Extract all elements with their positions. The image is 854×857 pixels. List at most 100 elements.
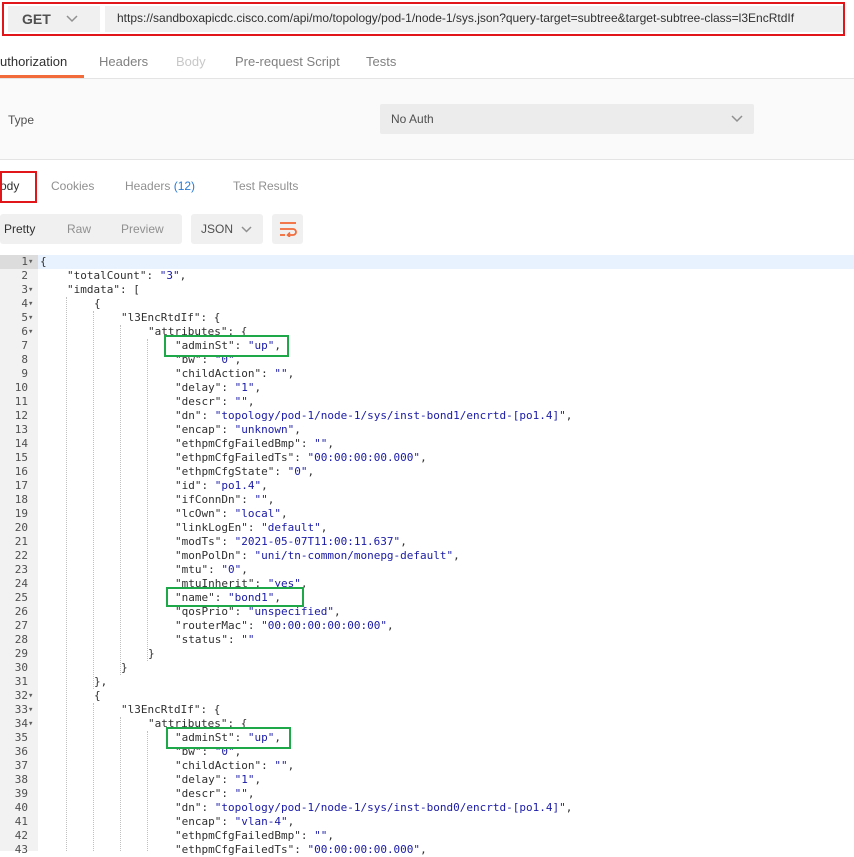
code-text: "dn": "topology/pod-1/node-1/sys/inst-bo… bbox=[175, 409, 573, 422]
json-value: "1" bbox=[234, 381, 255, 394]
tab-test-results[interactable]: Test Results bbox=[233, 179, 298, 193]
line-number: 22 bbox=[14, 549, 28, 562]
line-number: 9 bbox=[21, 367, 28, 380]
fold-toggle-icon[interactable]: ▾ bbox=[28, 717, 36, 731]
indent-guide bbox=[120, 325, 121, 675]
code-line: 24 "mtuInherit": "yes", bbox=[0, 577, 854, 591]
json-key: "delay" bbox=[175, 773, 222, 786]
json-value: "" bbox=[274, 367, 288, 380]
code-text: "l3EncRtdIf": { bbox=[121, 311, 221, 324]
code-text: "ethpmCfgFailedTs": "00:00:00:00.000", bbox=[175, 843, 427, 856]
json-key: "imdata" bbox=[67, 283, 120, 296]
json-key: "linkLogEn" bbox=[175, 521, 248, 534]
code-line: 22 "monPolDn": "uni/tn-common/monepg-defa… bbox=[0, 549, 854, 563]
line-number: 5 bbox=[21, 311, 28, 324]
indent-guide bbox=[147, 731, 148, 851]
code-line: 39 "descr": "", bbox=[0, 787, 854, 801]
code-line: 21 "modTs": "2021-05-07T11:00:11.637", bbox=[0, 535, 854, 549]
json-key: "dn" bbox=[175, 409, 202, 422]
json-value: "2021-05-07T11:00:11.637" bbox=[234, 535, 401, 548]
fold-toggle-icon[interactable]: ▾ bbox=[28, 325, 36, 339]
chevron-down-icon bbox=[241, 226, 252, 233]
code-text: "childAction": "", bbox=[175, 759, 295, 772]
code-text: "ethpmCfgState": "0", bbox=[175, 465, 315, 478]
code-text: "delay": "1", bbox=[175, 381, 262, 394]
line-number: 38 bbox=[14, 773, 28, 786]
json-value: "0" bbox=[221, 563, 242, 576]
json-key: "dn" bbox=[175, 801, 202, 814]
request-bar: GET https://sandboxapicdc.cisco.com/api/… bbox=[0, 0, 854, 44]
json-value: "1" bbox=[234, 773, 255, 786]
json-value: "3" bbox=[159, 269, 180, 282]
response-body-editor[interactable]: 1 ▾{2 "totalCount": "3", 3 ▾ "imdata": [4 ▾{5 ▾… bbox=[0, 255, 854, 856]
code-line: 20 "linkLogEn": "default", bbox=[0, 521, 854, 535]
code-line: 12 "dn": "topology/pod-1/node-1/sys/inst-… bbox=[0, 409, 854, 423]
line-number: 7 bbox=[21, 339, 28, 352]
fold-toggle-icon[interactable]: ▾ bbox=[28, 255, 36, 269]
json-key: "monPolDn" bbox=[175, 549, 242, 562]
wrap-lines-button[interactable] bbox=[272, 214, 303, 244]
tab-authorization[interactable]: uthorization bbox=[0, 54, 67, 69]
url-callout-box bbox=[2, 2, 845, 36]
fold-toggle-icon[interactable]: ▾ bbox=[28, 689, 36, 703]
tab-body[interactable]: Body bbox=[176, 54, 206, 69]
json-key: "mtu" bbox=[175, 563, 209, 576]
json-key: "ethpmCfgState" bbox=[175, 465, 275, 478]
code-text: "status": "" bbox=[175, 633, 255, 646]
line-number: 14 bbox=[14, 437, 28, 450]
line-number: 3 bbox=[21, 283, 28, 296]
view-raw[interactable]: Raw bbox=[67, 222, 91, 236]
line-number: 13 bbox=[14, 423, 28, 436]
json-key: "ethpmCfgFailedBmp" bbox=[175, 829, 301, 842]
line-number: 1 bbox=[21, 255, 28, 268]
headers-count-badge: (12) bbox=[173, 179, 196, 193]
code-line: 35 "adminSt": "up", bbox=[0, 731, 854, 745]
json-value: "local" bbox=[234, 507, 281, 520]
view-pretty[interactable]: Pretty bbox=[4, 222, 36, 236]
format-value: JSON bbox=[201, 222, 234, 236]
code-text: "ethpmCfgFailedBmp": "", bbox=[175, 437, 334, 450]
code-line: 10 "delay": "1", bbox=[0, 381, 854, 395]
tab-cookies[interactable]: Cookies bbox=[51, 179, 94, 193]
code-text: { bbox=[94, 297, 101, 310]
indent-guide bbox=[147, 339, 148, 661]
line-number: 41 bbox=[14, 815, 28, 828]
code-text: "linkLogEn": "default", bbox=[175, 521, 328, 534]
tab-response-headers[interactable]: Headers (12) bbox=[125, 179, 195, 193]
wrap-lines-icon bbox=[280, 222, 297, 237]
code-text: "imdata": [ bbox=[67, 283, 140, 296]
auth-type-select[interactable]: No Auth bbox=[380, 104, 754, 134]
response-tabs: ody Cookies Headers (12) Test Results bbox=[0, 160, 854, 206]
line-number: 33 bbox=[14, 703, 28, 716]
response-toolbar: Pretty Raw Preview JSON bbox=[0, 206, 854, 254]
json-value: "" bbox=[234, 395, 248, 408]
tab-pre-request-script[interactable]: Pre-request Script bbox=[235, 54, 340, 69]
code-line: 42 "ethpmCfgFailedBmp": "", bbox=[0, 829, 854, 843]
json-key: "routerMac" bbox=[175, 619, 248, 632]
json-value: "" bbox=[254, 493, 268, 506]
json-key: "totalCount" bbox=[67, 269, 147, 282]
code-line: 23 "mtu": "0", bbox=[0, 563, 854, 577]
json-key: "ifConnDn" bbox=[175, 493, 242, 506]
fold-toggle-icon[interactable]: ▾ bbox=[28, 283, 36, 297]
json-key: "descr" bbox=[175, 395, 222, 408]
tab-headers[interactable]: Headers bbox=[99, 54, 148, 69]
line-number: 8 bbox=[21, 353, 28, 366]
code-text: { bbox=[40, 255, 47, 268]
json-key: "descr" bbox=[175, 787, 222, 800]
fold-toggle-icon[interactable]: ▾ bbox=[28, 703, 36, 717]
code-line: 40 "dn": "topology/pod-1/node-1/sys/inst-… bbox=[0, 801, 854, 815]
view-preview[interactable]: Preview bbox=[121, 222, 164, 236]
tab-tests[interactable]: Tests bbox=[366, 54, 396, 69]
line-number: 39 bbox=[14, 787, 28, 800]
format-select[interactable]: JSON bbox=[191, 214, 263, 244]
fold-toggle-icon[interactable]: ▾ bbox=[28, 311, 36, 325]
code-line: 17 "id": "po1.4", bbox=[0, 479, 854, 493]
code-line: 3 ▾ "imdata": [ bbox=[0, 283, 854, 297]
headers-label: Headers bbox=[125, 179, 171, 193]
code-line: 34 ▾ "attributes": { bbox=[0, 717, 854, 731]
code-line: 19 "lcOwn": "local", bbox=[0, 507, 854, 521]
fold-toggle-icon[interactable]: ▾ bbox=[28, 297, 36, 311]
code-line: 25 "name": "bond1", bbox=[0, 591, 854, 605]
line-number: 23 bbox=[14, 563, 28, 576]
